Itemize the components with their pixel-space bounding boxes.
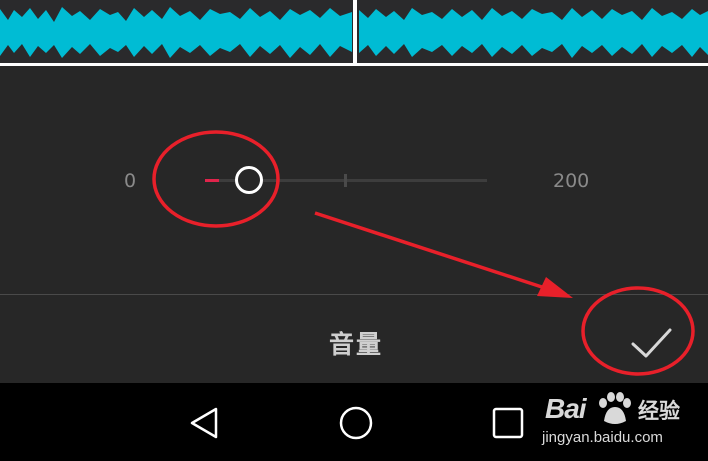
baidu-paw-icon bbox=[599, 392, 631, 424]
nav-home-button[interactable] bbox=[336, 403, 376, 443]
volume-slider-midpoint-tick bbox=[344, 174, 347, 187]
waveform-segment-right bbox=[359, 8, 708, 58]
panel-title: 音量 bbox=[328, 330, 383, 359]
waveform-graphic bbox=[0, 0, 708, 63]
checkmark-icon bbox=[631, 328, 672, 358]
playhead bbox=[353, 0, 357, 63]
confirm-button[interactable] bbox=[624, 314, 680, 370]
slider-max-label: 200 bbox=[553, 170, 590, 192]
panel-divider bbox=[0, 294, 708, 295]
home-circle-icon bbox=[339, 406, 373, 440]
waveform-segment-left bbox=[0, 7, 352, 58]
nav-recent-button[interactable] bbox=[488, 403, 528, 443]
watermark-cn-text: 经验 bbox=[638, 399, 680, 423]
nav-back-button[interactable] bbox=[184, 403, 224, 443]
baidu-jingyan-watermark: Bai 经验 jingyan.baidu.com bbox=[540, 385, 705, 455]
volume-slider-thumb[interactable] bbox=[235, 166, 264, 194]
slider-min-label: 0 bbox=[124, 170, 137, 192]
watermark-url: jingyan.baidu.com bbox=[542, 429, 663, 446]
watermark-brand: Bai bbox=[545, 393, 587, 424]
audio-waveform[interactable] bbox=[0, 0, 708, 63]
back-triangle-icon bbox=[190, 407, 218, 439]
recent-apps-square-icon bbox=[492, 407, 524, 439]
volume-slider-fill bbox=[205, 179, 220, 182]
